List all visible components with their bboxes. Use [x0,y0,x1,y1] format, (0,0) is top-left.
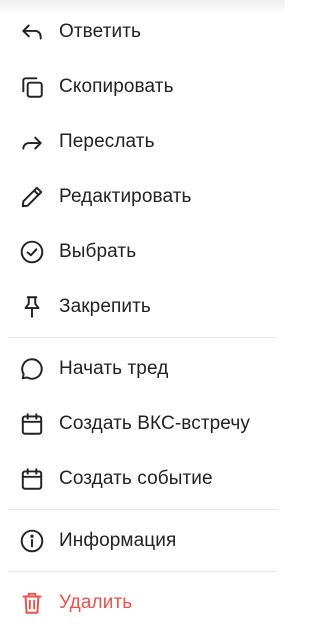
menu-item-label: Удалить [59,591,133,613]
menu-item-label: Скопировать [59,75,174,97]
menu-item-create-vcs-meeting[interactable]: Создать ВКС-встречу [0,396,285,451]
menu-item-select[interactable]: Выбрать [0,224,285,279]
trash-icon [18,589,46,617]
menu-item-label: Закрепить [59,295,151,317]
menu-item-label: Информация [59,529,177,551]
divider [8,509,277,510]
menu-item-reply[interactable]: Ответить [0,4,285,59]
menu-item-label: Создать ВКС-встречу [59,412,250,434]
forward-arrow-icon [18,128,46,156]
menu-item-copy[interactable]: Скопировать [0,59,285,114]
menu-item-label: Создать событие [59,467,213,489]
check-circle-icon [18,238,46,266]
calendar-icon [18,465,46,493]
pencil-icon [18,183,46,211]
divider [8,571,277,572]
calendar-icon [18,410,46,438]
menu-item-edit[interactable]: Редактировать [0,169,285,224]
menu-item-label: Редактировать [59,185,192,207]
menu-item-forward[interactable]: Переслать [0,114,285,169]
menu-item-create-event[interactable]: Создать событие [0,451,285,506]
menu-item-info[interactable]: Информация [0,513,285,568]
menu-item-pin[interactable]: Закрепить [0,279,285,334]
menu-item-delete[interactable]: Удалить [0,575,285,630]
menu-item-label: Выбрать [59,240,137,262]
divider [8,337,277,338]
pin-icon [18,293,46,321]
menu-item-label: Начать тред [59,357,169,379]
menu-item-start-thread[interactable]: Начать тред [0,341,285,396]
chat-bubble-icon [18,355,46,383]
menu-item-label: Ответить [59,20,142,42]
reply-arrow-icon [18,18,46,46]
context-menu: Ответить Скопировать Переслать Редактиро… [0,0,285,631]
info-circle-icon [18,527,46,555]
menu-item-label: Переслать [59,130,155,152]
copy-icon [18,73,46,101]
